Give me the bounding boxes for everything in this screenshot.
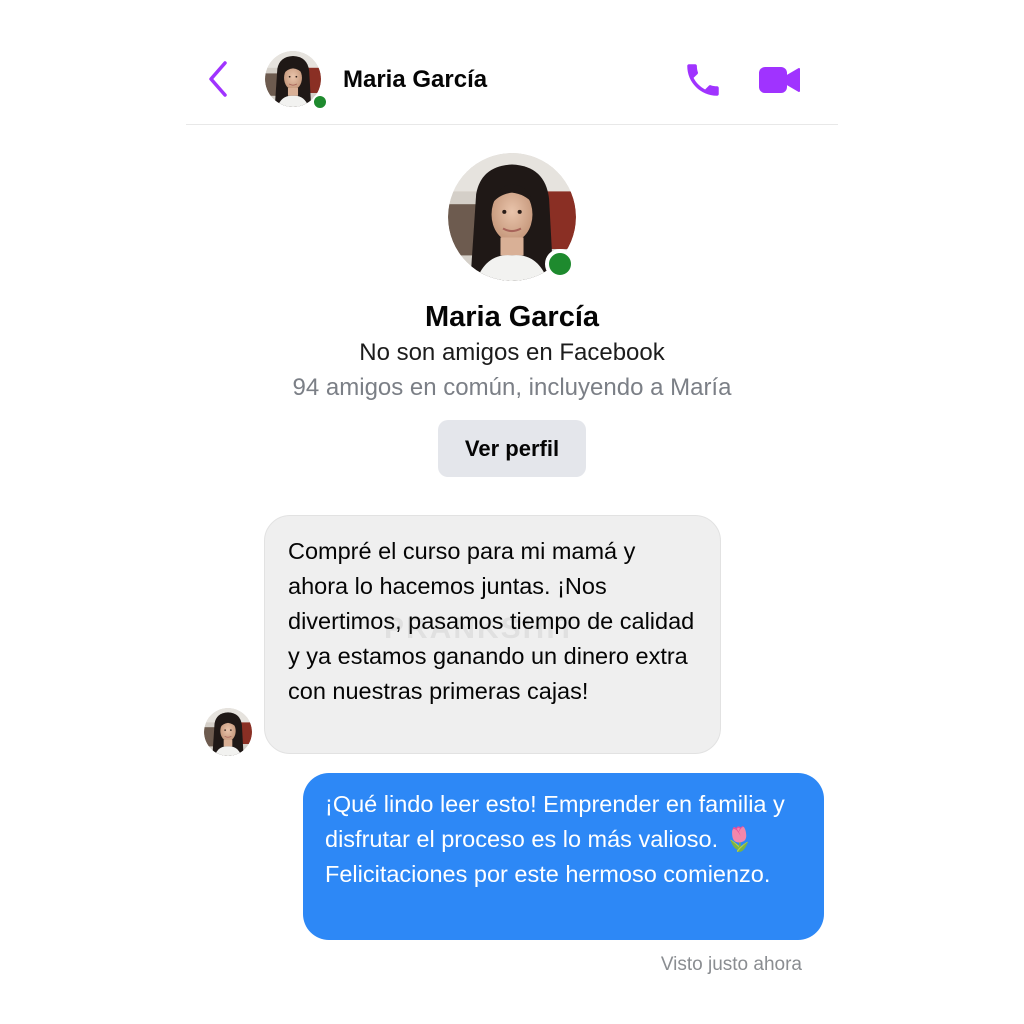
- incoming-message-bubble[interactable]: Compré el curso para mi mamá y ahora lo …: [264, 515, 721, 754]
- online-status-dot: [312, 94, 328, 110]
- message-sender-avatar[interactable]: [204, 708, 252, 756]
- video-call-button[interactable]: [755, 57, 803, 103]
- profile-name: Maria García: [424, 301, 600, 333]
- header-divider: [186, 124, 838, 125]
- voice-call-button[interactable]: [680, 57, 726, 103]
- header-contact-name[interactable]: Maria García: [343, 64, 487, 96]
- video-camera-icon: [759, 67, 800, 93]
- seen-status: Visto justo ahora: [660, 954, 802, 975]
- mutual-friends: 94 amigos en común, incluyendo a María: [292, 374, 732, 401]
- friendship-status: No son amigos en Facebook: [359, 339, 665, 366]
- back-button[interactable]: [200, 56, 236, 102]
- outgoing-message-bubble[interactable]: ¡Qué lindo leer esto! Emprender en famil…: [303, 773, 824, 940]
- view-profile-button[interactable]: Ver perfil: [438, 420, 586, 477]
- chevron-left-icon: [209, 61, 227, 97]
- phone-icon: [687, 64, 719, 96]
- profile-online-dot: [545, 249, 575, 279]
